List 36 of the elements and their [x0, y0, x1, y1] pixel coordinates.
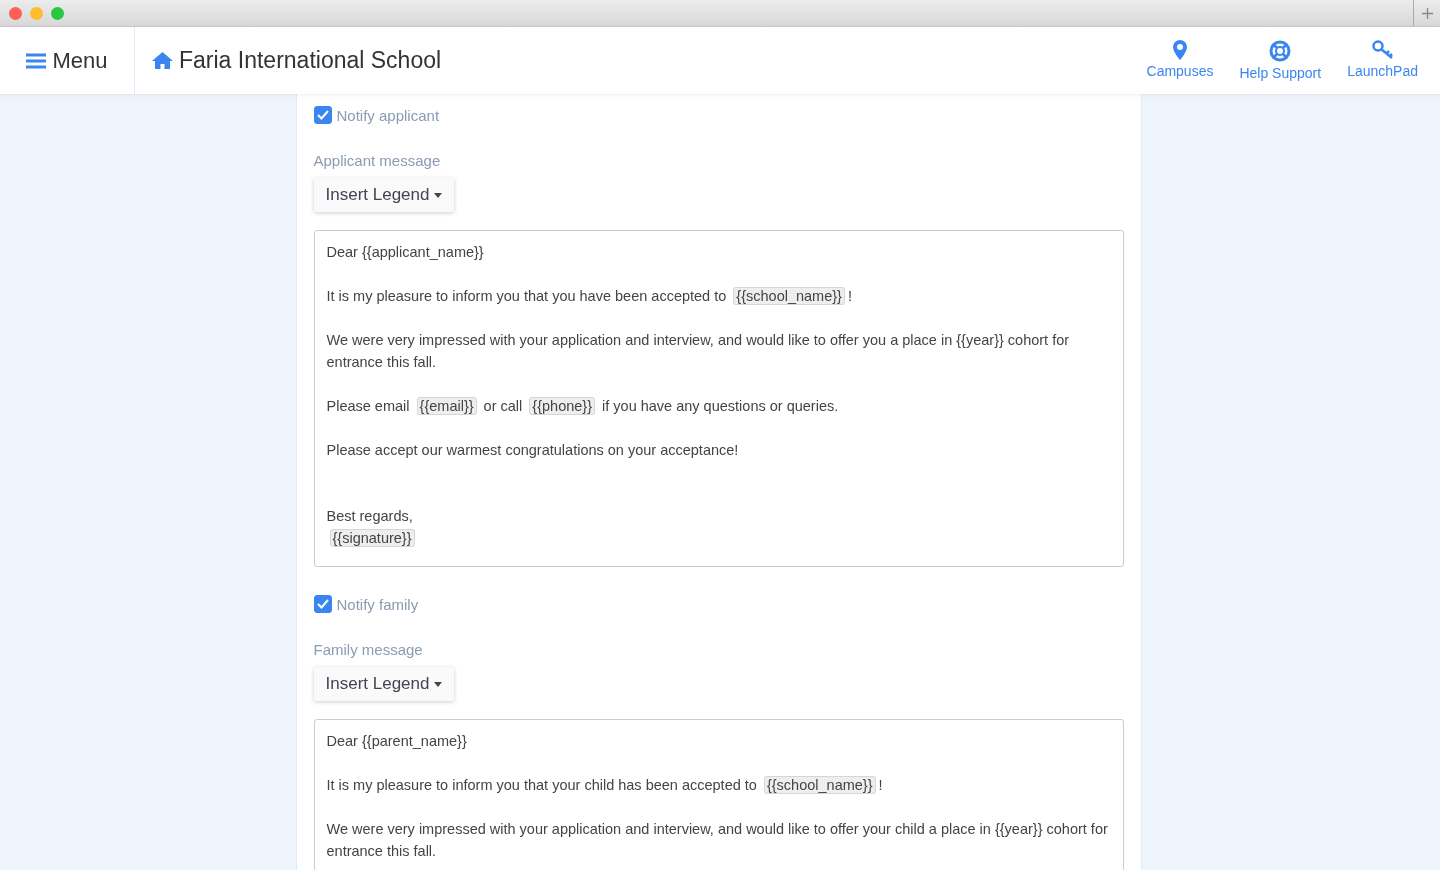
message-text: Please accept our warmest congratulations on your acceptance! [326, 441, 740, 460]
nav-link[interactable]: LaunchPad [1347, 40, 1418, 81]
nav-link[interactable]: Campuses [1146, 40, 1214, 81]
checkbox[interactable] [313, 106, 332, 124]
caret-icon [434, 681, 443, 687]
map-pin-icon [1172, 40, 1187, 60]
menu-button[interactable]: Menu [0, 27, 135, 94]
maximize-window-dot[interactable] [51, 6, 64, 20]
menu-icon [26, 52, 47, 69]
message-text: Dear {{applicant_name}} [326, 243, 485, 262]
message-text: Please email {{email}} or call {{phone}} if you have any questions or queries. [326, 396, 840, 417]
home-icon [152, 52, 173, 69]
lifebuoy-icon [1269, 40, 1292, 62]
caret-icon [434, 192, 443, 198]
message-text: It is my pleasure to inform you that you have been accepted to {{school_name}} ! [326, 286, 853, 307]
message-text: Dear {{parent_name}} [326, 732, 468, 751]
checkbox-label: Notify family [336, 595, 419, 613]
checkbox-label: Notify applicant [336, 106, 440, 124]
message-text: It is my pleasure to inform you that your child has been accepted to {{school_name}} ! [326, 775, 884, 796]
message-text: {{signature}} [326, 527, 1111, 549]
insert-legend-dropdown[interactable]: Insert Legend [313, 667, 455, 701]
key-icon [1371, 40, 1394, 60]
minimize-window-dot[interactable] [30, 6, 43, 20]
nav-link[interactable]: Help Support [1239, 40, 1322, 81]
message-text: We were very impressed with your application and interview, and would like to offer you a place in {{year}} cohort for entrance this fall. [326, 331, 1071, 372]
checkbox[interactable] [313, 595, 332, 613]
close-window-dot[interactable] [9, 6, 22, 20]
school-name-link[interactable]: Faria International School [152, 47, 442, 74]
message-editor[interactable] [313, 230, 1124, 567]
insert-legend-dropdown[interactable]: Insert Legend [313, 178, 455, 212]
field-label: Family message [313, 641, 424, 658]
message-text: We were very impressed with your application and interview, and would like to offer your child a place in {{year}} cohort for entrance this fall. [326, 820, 1109, 861]
message-editor[interactable] [313, 719, 1124, 870]
field-label: Applicant message [313, 152, 442, 169]
message-text: Best regards, [326, 507, 414, 526]
plus-icon[interactable] [1421, 7, 1433, 19]
